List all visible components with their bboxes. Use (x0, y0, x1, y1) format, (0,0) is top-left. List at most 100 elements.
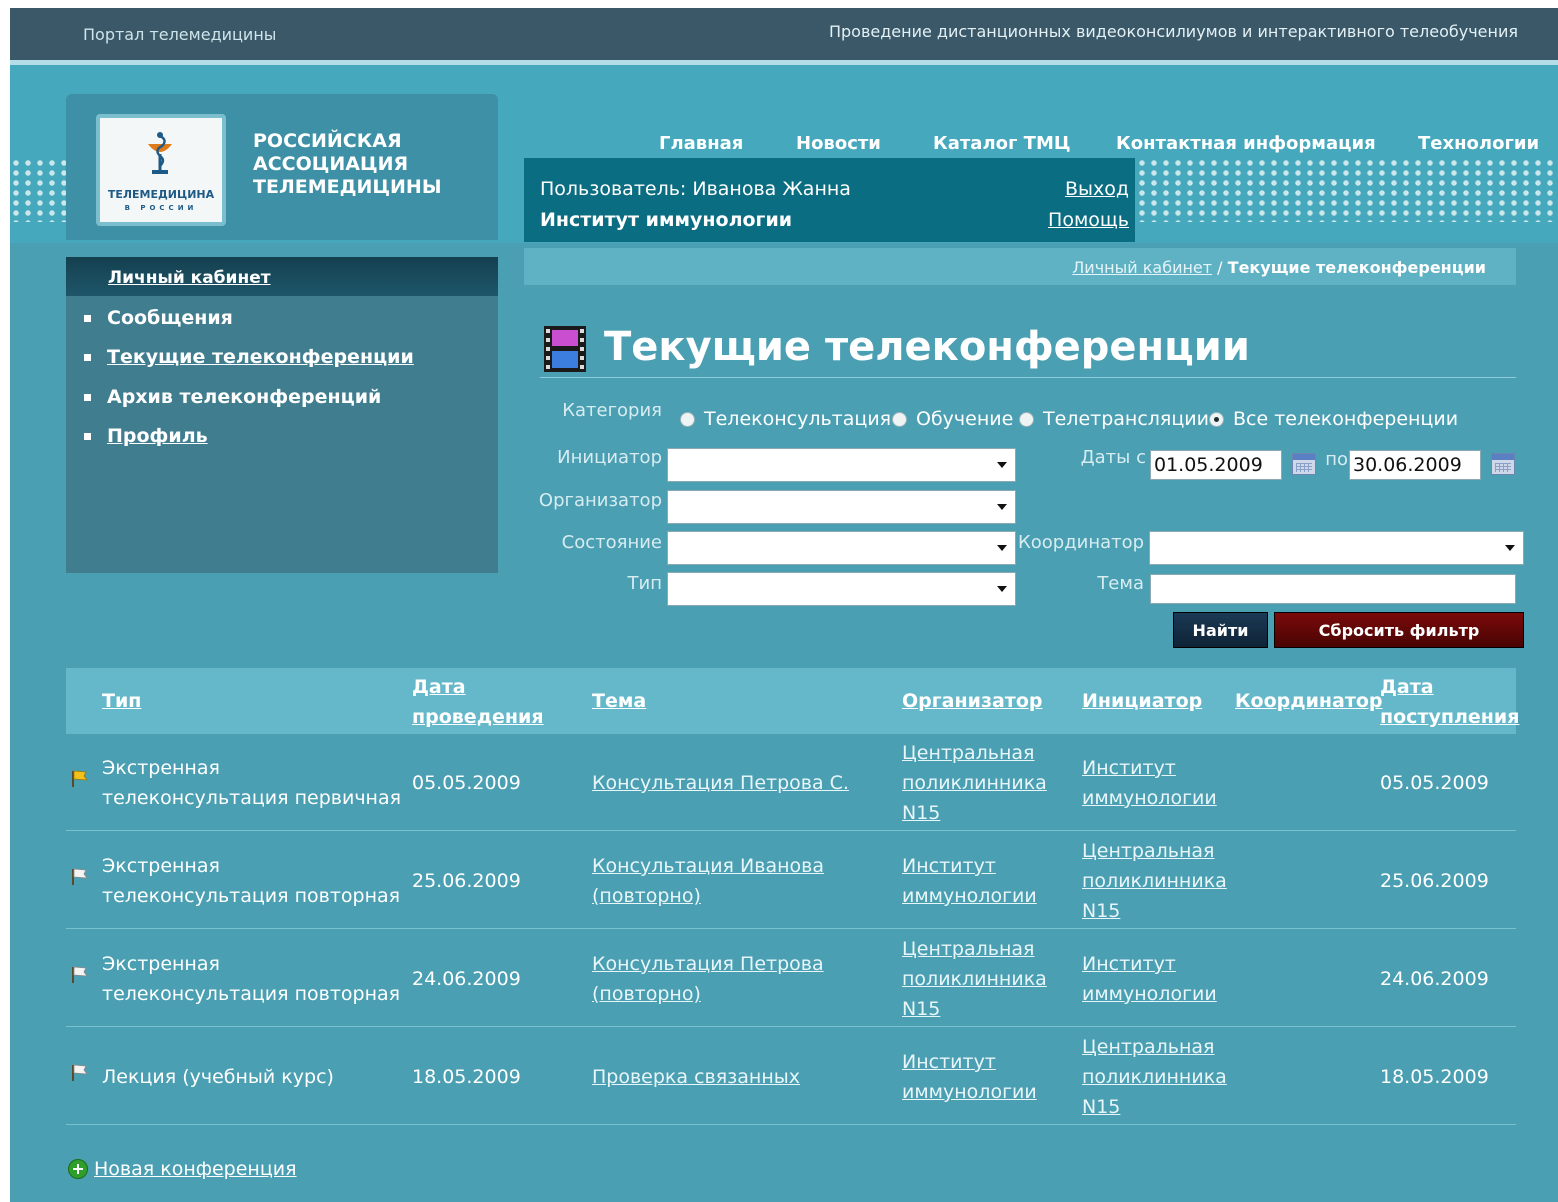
radio-button[interactable] (892, 411, 907, 427)
cell-type: Экстренная телеконсультация первичная (102, 757, 402, 809)
state-select[interactable] (667, 531, 1016, 565)
date-to-input[interactable]: 30.06.2009 (1349, 450, 1481, 480)
cell-initiator-link[interactable]: Институт иммунологии (1082, 949, 1232, 1009)
cell-date: 25.06.2009 (412, 870, 521, 892)
table-row: Лекция (учебный курс) 18.05.2009 Проверк… (66, 1028, 1516, 1125)
cell-topic-link[interactable]: Консультация Петрова С. (592, 768, 882, 798)
sidebar-item-label: Сообщения (107, 307, 233, 329)
cell-initiator-link[interactable]: Центральная поликлинника N15 (1082, 836, 1242, 926)
logo-text: ТЕЛЕМЕДИЦИНА (107, 188, 215, 201)
category-label: Категория (562, 400, 662, 421)
column-header-coordinator[interactable]: Координатор (1235, 686, 1383, 716)
type-select[interactable] (667, 572, 1016, 606)
cell-topic-link[interactable]: Консультация Иванова (повторно) (592, 851, 882, 911)
category-radio-all[interactable]: Все телеконференции (1209, 408, 1458, 430)
radio-label: Все телеконференции (1233, 408, 1459, 430)
cell-organizer-link[interactable]: Институт иммунологии (902, 1047, 1062, 1107)
nav-technologies[interactable]: Технологии (1418, 133, 1539, 154)
organizer-select[interactable] (667, 490, 1016, 524)
cell-topic-link[interactable]: Проверка связанных (592, 1062, 882, 1092)
nav-news[interactable]: Новости (796, 133, 881, 154)
help-link[interactable]: Помощь (1048, 209, 1129, 231)
calendar-icon[interactable] (1292, 453, 1316, 475)
flag-yellow-icon (72, 770, 88, 787)
logo[interactable]: ТЕЛЕМЕДИЦИНА В РОССИИ (96, 114, 226, 226)
chevron-down-icon (997, 586, 1007, 592)
cell-received: 18.05.2009 (1380, 1066, 1489, 1088)
radio-button[interactable] (1019, 411, 1034, 427)
chevron-down-icon (997, 545, 1007, 551)
user-organization: Институт иммунологии (540, 209, 793, 231)
state-label: Состояние (561, 532, 662, 553)
sidebar-item-label[interactable]: Профиль (107, 425, 208, 447)
radio-label: Телетрансляции (1043, 408, 1209, 430)
page-title-bar: Текущие телеконференции (540, 320, 1516, 378)
column-header-organizer[interactable]: Организатор (902, 686, 1042, 716)
topic-input[interactable] (1150, 574, 1516, 604)
sidebar-item-current-conferences[interactable]: Текущие телеконференции (84, 346, 414, 368)
user-box: Пользователь: Иванова Жанна Институт имм… (524, 158, 1135, 242)
cell-type: Лекция (учебный курс) (102, 1066, 334, 1088)
cell-organizer-link[interactable]: Центральная поликлинника N15 (902, 738, 1062, 828)
cell-received: 25.06.2009 (1380, 870, 1489, 892)
flag-white-icon (72, 868, 88, 885)
page-frame: Портал телемедицины Проведение дистанцио… (10, 8, 1558, 1202)
user-name: Пользователь: Иванова Жанна (540, 178, 851, 200)
cell-organizer-link[interactable]: Институт иммунологии (902, 851, 1062, 911)
dates-to-label: по (1325, 449, 1348, 470)
breadcrumb-link[interactable]: Личный кабинет (1072, 258, 1212, 277)
cell-received: 24.06.2009 (1380, 968, 1489, 990)
table-row: Экстренная телеконсультация повторная 25… (66, 832, 1516, 929)
radio-label: Обучение (916, 408, 1014, 430)
category-radio-education[interactable]: Обучение (892, 408, 1013, 430)
chevron-down-icon (997, 462, 1007, 468)
reset-filter-button[interactable]: Сбросить фильтр (1274, 612, 1524, 648)
column-header-initiator[interactable]: Инициатор (1082, 686, 1202, 716)
cell-type: Экстренная телеконсультация повторная (102, 855, 401, 907)
cell-organizer-link[interactable]: Центральная поликлинника N15 (902, 934, 1062, 1024)
table-row: Экстренная телеконсультация первичная 05… (66, 734, 1516, 831)
sidebar-item-messages[interactable]: Сообщения (84, 307, 233, 329)
cell-topic-link[interactable]: Консультация Петрова (повторно) (592, 949, 882, 1009)
sidebar-title-link[interactable]: Личный кабинет (108, 268, 271, 288)
nav-home[interactable]: Главная (659, 133, 743, 154)
column-header-received[interactable]: Дата поступления (1380, 672, 1519, 732)
column-header-topic[interactable]: Тема (592, 686, 646, 716)
cell-received: 05.05.2009 (1380, 772, 1489, 794)
column-header-date[interactable]: Дата проведения (412, 672, 544, 732)
tagline: Проведение дистанционных видеоконсилиумо… (828, 22, 1518, 41)
coordinator-label: Координатор (1018, 532, 1145, 553)
nav-catalog[interactable]: Каталог ТМЦ (933, 133, 1071, 154)
cell-initiator-link[interactable]: Институт иммунологии (1082, 753, 1232, 813)
find-button[interactable]: Найти (1173, 612, 1268, 648)
nav-contacts[interactable]: Контактная информация (1116, 133, 1376, 154)
column-header-type[interactable]: Тип (102, 686, 141, 716)
new-conference-label[interactable]: Новая конференция (94, 1158, 297, 1180)
bullet-icon (84, 432, 91, 440)
date-from-input[interactable]: 01.05.2009 (1150, 450, 1282, 480)
coordinator-select[interactable] (1149, 531, 1524, 565)
radio-button[interactable] (680, 411, 695, 427)
calendar-icon[interactable] (1491, 453, 1515, 475)
initiator-select[interactable] (667, 448, 1016, 482)
cell-date: 18.05.2009 (412, 1066, 521, 1088)
sidebar-item-archive[interactable]: Архив телеконференций (84, 386, 381, 408)
category-radio-teleconsultation[interactable]: Телеконсультация (680, 408, 891, 430)
initiator-label: Инициатор (557, 447, 662, 468)
category-radio-broadcasts[interactable]: Телетрансляции (1019, 408, 1209, 430)
logo-panel: ТЕЛЕМЕДИЦИНА В РОССИИ Российская ассоциа… (66, 94, 498, 240)
topic-label: Тема (1097, 573, 1144, 594)
breadcrumb-text: Личный кабинет / Текущие телеконференции (1072, 258, 1486, 277)
sidebar-header: Личный кабинет (66, 257, 498, 296)
bowl-of-hygieia-icon (148, 132, 172, 174)
new-conference-link[interactable]: Новая конференция (68, 1158, 297, 1180)
bullet-icon (84, 353, 91, 361)
logout-link[interactable]: Выход (1065, 178, 1129, 200)
sidebar-item-profile[interactable]: Профиль (84, 425, 208, 447)
decor-dots-right (1136, 158, 1558, 222)
sidebar-item-label[interactable]: Текущие телеконференции (107, 346, 414, 368)
radio-button-checked[interactable] (1209, 411, 1224, 427)
organizer-label: Организатор (538, 490, 662, 511)
table-header: Тип Дата проведения Тема Организатор Ини… (66, 668, 1519, 734)
cell-initiator-link[interactable]: Центральная поликлинника N15 (1082, 1032, 1242, 1122)
